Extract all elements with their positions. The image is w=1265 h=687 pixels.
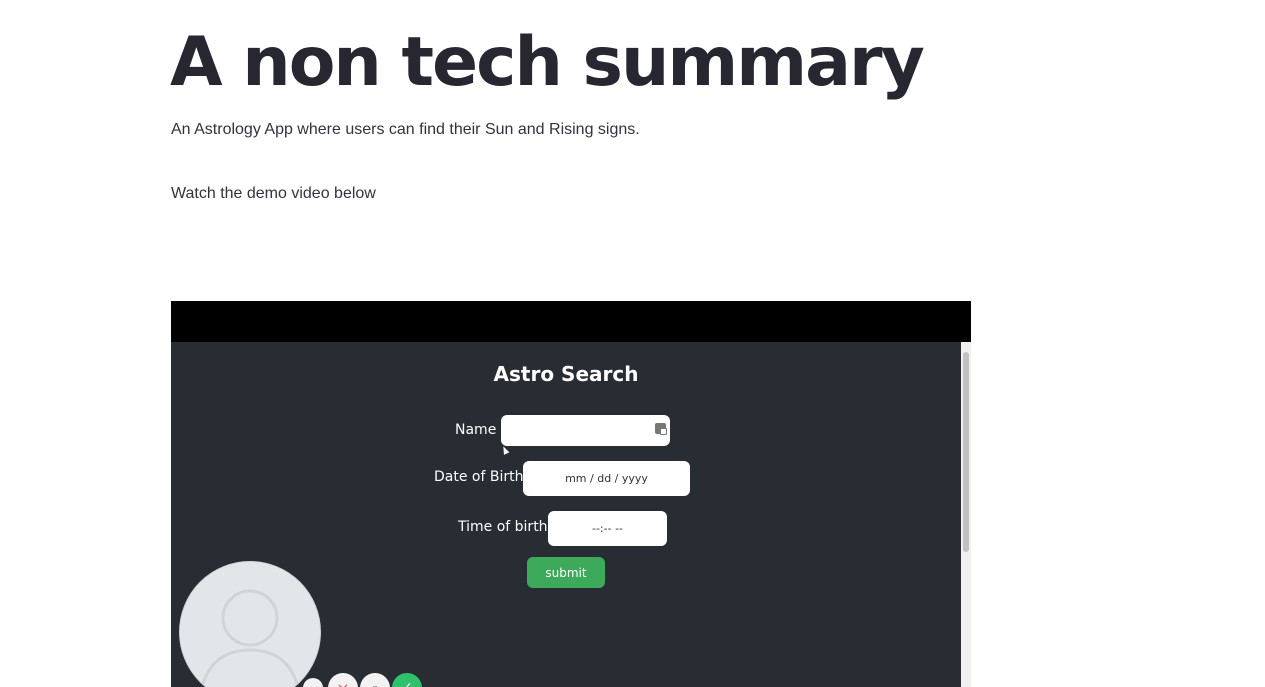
name-field	[501, 415, 670, 446]
name-label: Name	[455, 422, 497, 438]
video-screen: Astro Search Name Date of Birth mm / dd …	[171, 342, 971, 687]
time-field: --:-- --	[548, 511, 667, 546]
mouse-cursor-icon	[500, 445, 510, 455]
demo-instruction: Watch the demo video below	[171, 185, 376, 202]
time-label: Time of birth	[458, 519, 548, 535]
video-scrollbar	[961, 342, 971, 687]
autofill-icon	[655, 423, 667, 435]
dob-placeholder: mm / dd / yyyy	[565, 472, 648, 485]
demo-video[interactable]: Astro Search Name Date of Birth mm / dd …	[171, 301, 971, 687]
app-title: Astro Search	[493, 362, 639, 386]
video-scrollbar-thumb	[963, 352, 969, 552]
page-title: A non tech summary	[170, 23, 925, 102]
more-options-icon[interactable]: ...	[303, 678, 323, 687]
cancel-recording-icon[interactable]: ×	[328, 673, 358, 687]
page-description: An Astrology App where users can find th…	[171, 121, 640, 138]
pause-recording-icon[interactable]: ⏸	[360, 673, 390, 687]
user-silhouette-icon	[200, 589, 300, 687]
finish-recording-icon[interactable]: ✓	[392, 673, 422, 687]
dob-label: Date of Birth	[434, 469, 524, 485]
dob-field: mm / dd / yyyy	[523, 461, 690, 496]
time-placeholder: --:-- --	[591, 522, 624, 535]
webcam-avatar	[179, 561, 321, 687]
submit-button: submit	[527, 557, 605, 588]
